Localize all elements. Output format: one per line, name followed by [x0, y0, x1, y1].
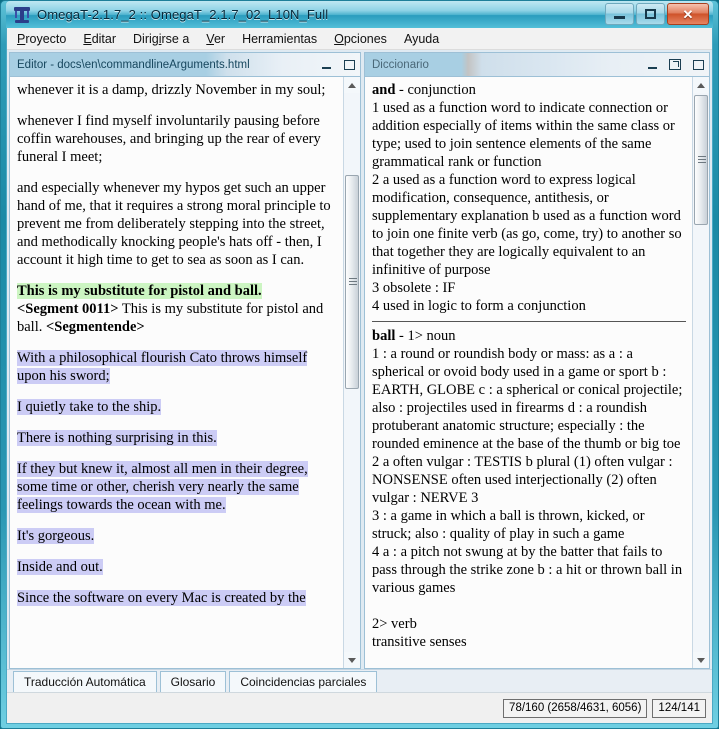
editor-text-area[interactable]: whenever it is a damp, drizzly November …: [10, 77, 343, 668]
omegat-logo-icon: [13, 6, 31, 24]
bottom-tab-bar: Traducción Automática Glosario Coinciden…: [7, 669, 712, 692]
close-icon: ✕: [682, 6, 694, 22]
dictionary-sense: 1 used as a function word to indicate co…: [372, 100, 675, 170]
translated-segment[interactable]: There is nothing surprising in this.: [17, 429, 337, 447]
dictionary-sense: 4 a : a pitch not swung at by the batter…: [372, 544, 683, 596]
dictionary-pos: - 1> noun: [399, 328, 456, 344]
editor-vertical-scrollbar[interactable]: [343, 77, 360, 668]
window-maximize-button[interactable]: [636, 3, 665, 25]
maximize-icon: [343, 59, 355, 70]
active-segment-marker-end: <Segmentende>: [46, 319, 145, 335]
dictionary-panel-title: Diccionario: [372, 58, 429, 71]
window-close-button[interactable]: ✕: [667, 3, 709, 25]
scroll-up-icon[interactable]: [693, 77, 709, 93]
editor-panel-body: whenever it is a damp, drizzly November …: [9, 76, 361, 669]
dictionary-entry: and - conjunction 1 used as a function w…: [372, 81, 686, 315]
dictionary-headword: and: [372, 82, 396, 98]
scroll-down-icon[interactable]: [693, 652, 709, 668]
menu-proyecto[interactable]: Proyecto: [17, 32, 66, 46]
window-minimize-button[interactable]: [605, 3, 634, 25]
menu-bar: Proyecto Editar Dirigirse a Ver Herramie…: [7, 28, 712, 50]
dictionary-undock-button[interactable]: [668, 58, 682, 72]
dictionary-maximize-button[interactable]: [691, 58, 705, 72]
minimize-icon: [614, 16, 625, 19]
dictionary-text-area[interactable]: and - conjunction 1 used as a function w…: [365, 77, 692, 668]
dictionary-pos: - conjunction: [399, 82, 476, 98]
editor-panel-header: Editor - docs\en\commandlineArguments.ht…: [9, 52, 361, 76]
undock-icon: [669, 59, 681, 70]
editor-maximize-button[interactable]: [342, 58, 356, 72]
dictionary-sense: 2 a used as a function word to express l…: [372, 172, 682, 278]
tab-glosario[interactable]: Glosario: [159, 671, 227, 692]
menu-dirigirse-a[interactable]: Dirigirse a: [133, 32, 189, 46]
menu-herramientas[interactable]: Herramientas: [242, 32, 317, 46]
dictionary-sense: 3 obsolete : IF: [372, 280, 456, 296]
dictionary-panel-body: and - conjunction 1 used as a function w…: [364, 76, 710, 669]
maximize-icon: [692, 59, 704, 70]
dictionary-sense: 3 : a game in which a ball is thrown, ki…: [372, 508, 645, 542]
minimize-icon: [647, 67, 657, 69]
dictionary-subentry: 2> verb: [372, 616, 417, 632]
menu-ver[interactable]: Ver: [206, 32, 225, 46]
translated-segment[interactable]: Since the software on every Mac is creat…: [17, 589, 337, 607]
editor-panel: Editor - docs\en\commandlineArguments.ht…: [9, 52, 361, 669]
editor-minimize-button[interactable]: [319, 58, 333, 72]
minimize-icon: [321, 67, 331, 69]
translated-segment[interactable]: Inside and out.: [17, 558, 337, 576]
dictionary-vertical-scrollbar[interactable]: [692, 77, 709, 668]
status-bar: 78/160 (2658/4631, 6056) 124/141: [7, 692, 712, 723]
translated-segment[interactable]: I quietly take to the ship.: [17, 398, 337, 416]
menu-opciones[interactable]: Opciones: [334, 32, 387, 46]
editor-panel-title: Editor - docs\en\commandlineArguments.ht…: [17, 58, 250, 71]
source-paragraph: whenever I find myself involuntarily pau…: [17, 113, 321, 165]
active-segment-marker-start: <Segment 0011>: [17, 301, 119, 317]
dictionary-subentry-note: transitive senses: [372, 634, 467, 650]
file-progress-status: 124/141: [652, 698, 706, 718]
editor-scrollbar-thumb[interactable]: [345, 175, 359, 389]
translated-segment[interactable]: If they but knew it, almost all men in t…: [17, 460, 337, 514]
dictionary-panel-buttons: [645, 53, 705, 76]
scroll-up-icon[interactable]: [344, 77, 360, 93]
source-paragraph: whenever it is a damp, drizzly November …: [17, 82, 326, 98]
window-title: OmegaT-2.1.7_2 :: OmegaT_2.1.7_02_L10N_F…: [37, 7, 329, 22]
client-area: Proyecto Editar Dirigirse a Ver Herramie…: [6, 28, 713, 724]
dictionary-sense: 2 a often vulgar : TESTIS b plural (1) o…: [372, 454, 673, 506]
dictionary-entry-divider: [372, 321, 686, 322]
dictionary-headword: ball: [372, 328, 396, 344]
scroll-down-icon[interactable]: [344, 652, 360, 668]
scrollbar-grip-icon: [349, 278, 357, 286]
translated-segment[interactable]: It's gorgeous.: [17, 527, 337, 545]
title-bar: OmegaT-2.1.7_2 :: OmegaT_2.1.7_02_L10N_F…: [6, 1, 713, 28]
menu-editar[interactable]: Editar: [83, 32, 116, 46]
panel-container: Editor - docs\en\commandlineArguments.ht…: [7, 50, 712, 669]
menu-ayuda[interactable]: Ayuda: [404, 32, 439, 46]
dictionary-sense: 1 : a round or roundish body or mass: as…: [372, 346, 683, 452]
tab-coincidencias-parciales[interactable]: Coincidencias parciales: [229, 671, 378, 692]
dictionary-minimize-button[interactable]: [645, 58, 659, 72]
scrollbar-grip-icon: [698, 156, 706, 164]
segment-progress-status: 78/160 (2658/4631, 6056): [503, 698, 648, 718]
active-segment-source: This is my substitute for pistol and bal…: [17, 283, 262, 299]
dictionary-panel: Diccionario and - conjunction 1 used as …: [364, 52, 710, 669]
dictionary-scrollbar-thumb[interactable]: [694, 95, 708, 225]
active-segment[interactable]: This is my substitute for pistol and bal…: [17, 282, 337, 336]
editor-panel-buttons: [319, 53, 356, 76]
window-controls: ✕: [605, 3, 709, 25]
translated-segment[interactable]: With a philosophical flourish Cato throw…: [17, 349, 337, 385]
source-paragraph: and especially whenever my hypos get suc…: [17, 180, 331, 268]
tab-traduccion-automatica[interactable]: Traducción Automática: [13, 671, 157, 692]
application-window: OmegaT-2.1.7_2 :: OmegaT_2.1.7_02_L10N_F…: [0, 0, 719, 729]
dictionary-entry: ball - 1> noun 1 : a round or roundish b…: [372, 327, 686, 651]
maximize-icon: [645, 9, 656, 19]
dictionary-sense: 4 used in logic to form a conjunction: [372, 298, 586, 314]
dictionary-panel-header: Diccionario: [364, 52, 710, 76]
